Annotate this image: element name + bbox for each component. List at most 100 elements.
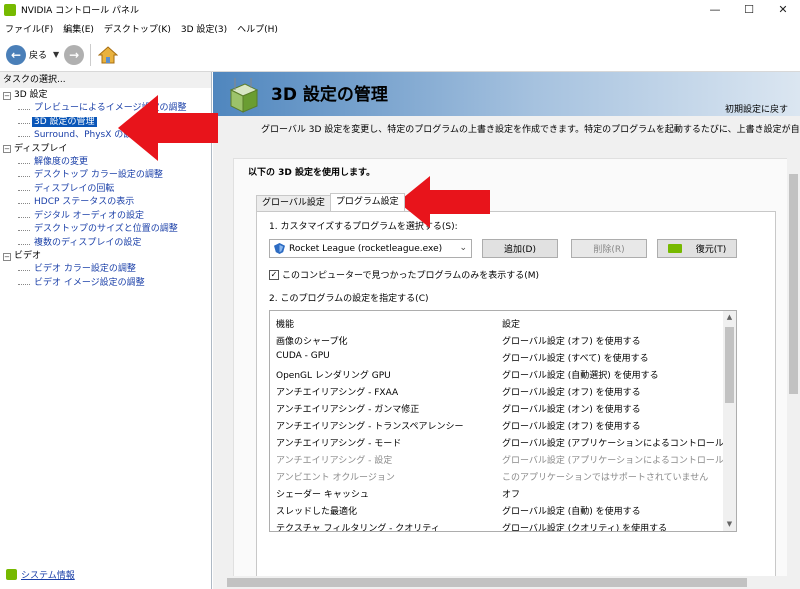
delete-program-button[interactable]: 削除(R) bbox=[571, 239, 647, 258]
table-row[interactable]: OpenGL レンダリング GPU グローバル設定 (自動選択) を使用する bbox=[270, 365, 725, 382]
step2-label: 2. このプログラムの設定を指定する(C) bbox=[269, 294, 429, 304]
setting-cell[interactable]: グローバル設定 (アプリケーションによるコントロール) を... bbox=[502, 453, 736, 466]
table-row[interactable]: アンチエイリアシング - ガンマ修正 グローバル設定 (オン) を使用する bbox=[270, 399, 725, 416]
tree-item-video-image[interactable]: ビデオ イメージ設定の調整 bbox=[0, 277, 211, 291]
feature-cell: アンチエイリアシング - ガンマ修正 bbox=[276, 405, 420, 415]
tree-item-video-color[interactable]: ビデオ カラー設定の調整 bbox=[0, 263, 211, 277]
scroll-down-icon[interactable]: ▼ bbox=[723, 518, 736, 531]
scroll-up-icon[interactable]: ▲ bbox=[723, 311, 736, 324]
table-row[interactable]: シェーダー キャッシュ オフ bbox=[270, 484, 725, 501]
back-arrow-icon[interactable]: ← bbox=[6, 44, 26, 65]
system-info-link[interactable]: システム情報 bbox=[6, 568, 75, 581]
back-history-dropdown-icon[interactable]: ▼ bbox=[53, 50, 59, 59]
main-panel: 3D 設定の管理 初期設定に戻す グローバル 3D 設定を変更し、特定のプログラ… bbox=[213, 72, 800, 589]
minimize-button[interactable]: — bbox=[698, 0, 732, 19]
forward-arrow-icon[interactable]: → bbox=[64, 44, 85, 65]
home-icon[interactable] bbox=[97, 44, 119, 66]
table-row[interactable]: アンチエイリアシング - 設定 グローバル設定 (アプリケーションによるコントロー… bbox=[270, 450, 736, 467]
page-description: グローバル 3D 設定を変更し、特定のプログラムの上書き設定を作成できます。特定… bbox=[261, 125, 800, 135]
collapse-icon[interactable]: − bbox=[3, 145, 11, 153]
tree-category-label: ディスプレイ bbox=[14, 143, 68, 154]
maximize-button[interactable]: ☐ bbox=[732, 0, 766, 19]
tree-category-video[interactable]: − ビデオ bbox=[0, 250, 211, 263]
show-found-programs-checkbox[interactable]: ✓ bbox=[269, 269, 279, 280]
feature-cell: OpenGL レンダリング GPU bbox=[276, 371, 391, 381]
restore-button-label: 復元(T) bbox=[695, 245, 727, 255]
collapse-icon[interactable]: − bbox=[3, 252, 11, 261]
setting-cell[interactable]: グローバル設定 (オフ) を使用する bbox=[502, 385, 641, 398]
menu-file[interactable]: ファイル(F) bbox=[0, 22, 58, 35]
add-program-button[interactable]: 追加(D) bbox=[482, 239, 558, 258]
restore-program-button[interactable]: 復元(T) bbox=[657, 239, 737, 258]
feature-cell: アンチエイリアシング - トランスペアレンシー bbox=[276, 422, 464, 432]
setting-cell[interactable]: オフ bbox=[502, 487, 520, 500]
title-bar: NVIDIA コントロール パネル — ☐ ✕ bbox=[0, 0, 800, 19]
task-panel-header: タスクの選択... bbox=[0, 72, 211, 88]
setting-cell[interactable]: グローバル設定 (オフ) を使用する bbox=[502, 334, 641, 347]
main-scroll-thumb[interactable] bbox=[789, 174, 798, 394]
tree-item-hdcp-status[interactable]: HDCP ステータスの表示 bbox=[0, 196, 211, 210]
program-settings-pane: 1. カスタマイズするプログラムを選択する(S): Rocket League … bbox=[256, 211, 776, 589]
program-select-value: Rocket League (rocketleague.exe) bbox=[289, 243, 443, 254]
menu-edit[interactable]: 編集(E) bbox=[58, 22, 99, 35]
tree-item-desktop-size[interactable]: デスクトップのサイズと位置の調整 bbox=[0, 223, 211, 237]
column-header-feature: 機能 bbox=[276, 320, 295, 330]
system-info-icon bbox=[6, 569, 17, 580]
feature-cell: アンチエイリアシング - 設定 bbox=[276, 456, 393, 466]
show-found-programs-label[interactable]: このコンピューターで見つかったプログラムのみを表示する(M) bbox=[282, 268, 539, 281]
section-label: 以下の 3D 設定を使用します。 bbox=[248, 168, 376, 178]
rocket-league-icon bbox=[274, 243, 285, 254]
table-scrollbar[interactable]: ▲ ▼ bbox=[723, 311, 736, 531]
annotation-arrow-tab bbox=[398, 176, 490, 228]
main-vertical-scrollbar[interactable] bbox=[787, 158, 800, 589]
chevron-down-icon[interactable]: ⌄ bbox=[459, 243, 467, 253]
table-row[interactable]: CUDA - GPU グローバル設定 (すべて) を使用する bbox=[270, 348, 725, 365]
main-horizontal-scrollbar[interactable] bbox=[213, 576, 787, 589]
table-row[interactable]: アンチエイリアシング - トランスペアレンシー グローバル設定 (オフ) を使用す… bbox=[270, 416, 725, 433]
table-row[interactable]: 画像のシャープ化 グローバル設定 (オフ) を使用する bbox=[270, 331, 725, 348]
setting-cell[interactable]: グローバル設定 (オン) を使用する bbox=[502, 402, 641, 415]
setting-cell[interactable]: グローバル設定 (オフ) を使用する bbox=[502, 419, 641, 432]
tree-item-rotate-display[interactable]: ディスプレイの回転 bbox=[0, 183, 211, 197]
setting-cell[interactable]: グローバル設定 (アプリケーションによるコントロール) を... bbox=[502, 436, 736, 449]
close-button[interactable]: ✕ bbox=[766, 0, 800, 19]
feature-cell: テクスチャ フィルタリング - クオリティ bbox=[276, 524, 440, 532]
column-header-setting: 設定 bbox=[502, 320, 521, 330]
table-scroll-thumb[interactable] bbox=[725, 327, 734, 403]
table-row[interactable]: アンチエイリアシング - FXAA グローバル設定 (オフ) を使用する bbox=[270, 382, 725, 399]
feature-cell: CUDA - GPU bbox=[276, 351, 330, 361]
annotation-arrow-sidebar bbox=[118, 95, 218, 161]
show-found-programs-row[interactable]: ✓ このコンピューターで見つかったプログラムのみを表示する(M) bbox=[269, 268, 539, 281]
feature-cell: アンビエント オクルージョン bbox=[276, 473, 395, 483]
menu-desktop[interactable]: デスクトップ(K) bbox=[99, 22, 176, 35]
table-row[interactable]: スレッドした最適化 グローバル設定 (自動) を使用する bbox=[270, 501, 725, 518]
program-select[interactable]: Rocket League (rocketleague.exe) ⌄ bbox=[269, 239, 472, 258]
menu-help[interactable]: ヘルプ(H) bbox=[232, 22, 283, 35]
tab-global-settings[interactable]: グローバル設定 bbox=[256, 195, 331, 211]
restore-defaults-link[interactable]: 初期設定に戻す bbox=[725, 102, 788, 115]
nvidia-control-panel-window: NVIDIA コントロール パネル — ☐ ✕ ファイル(F) 編集(E) デス… bbox=[0, 0, 800, 589]
collapse-icon[interactable]: − bbox=[3, 91, 11, 100]
setting-cell[interactable]: グローバル設定 (すべて) を使用する bbox=[502, 351, 649, 364]
table-row[interactable]: アンビエント オクルージョン このアプリケーションではサポートされていません bbox=[270, 467, 725, 484]
table-row[interactable]: アンチエイリアシング - モード グローバル設定 (アプリケーションによるコントロ… bbox=[270, 433, 736, 450]
back-button-label[interactable]: 戻る bbox=[29, 48, 47, 61]
nvidia-logo-icon bbox=[4, 3, 16, 16]
feature-cell: シェーダー キャッシュ bbox=[276, 490, 369, 500]
menu-3d-settings[interactable]: 3D 設定(3) bbox=[176, 22, 232, 35]
setting-cell[interactable]: グローバル設定 (自動選択) を使用する bbox=[502, 368, 659, 381]
feature-cell: スレッドした最適化 bbox=[276, 507, 358, 517]
setting-cell[interactable]: このアプリケーションではサポートされていません bbox=[502, 470, 708, 483]
tree-item-multiple-displays[interactable]: 複数のディスプレイの設定 bbox=[0, 237, 211, 251]
setting-cell[interactable]: グローバル設定 (クオリティ) を使用する bbox=[502, 521, 667, 531]
tab-program-settings[interactable]: プログラム設定 bbox=[329, 193, 405, 211]
feature-cell: アンチエイリアシング - モード bbox=[276, 439, 402, 449]
tree-item-desktop-color[interactable]: デスクトップ カラー設定の調整 bbox=[0, 169, 211, 183]
setting-cell[interactable]: グローバル設定 (自動) を使用する bbox=[502, 504, 641, 517]
table-row[interactable]: テクスチャ フィルタリング - クオリティ グローバル設定 (クオリティ) を使用… bbox=[270, 518, 725, 532]
program-settings-table: 機能 設定 画像のシャープ化 グローバル設定 (オフ) を使用する CUDA - G… bbox=[269, 310, 737, 532]
feature-cell: 画像のシャープ化 bbox=[276, 337, 348, 347]
main-hscroll-thumb[interactable] bbox=[227, 578, 747, 587]
system-info-label[interactable]: システム情報 bbox=[21, 568, 75, 581]
tree-item-digital-audio[interactable]: デジタル オーディオの設定 bbox=[0, 210, 211, 224]
